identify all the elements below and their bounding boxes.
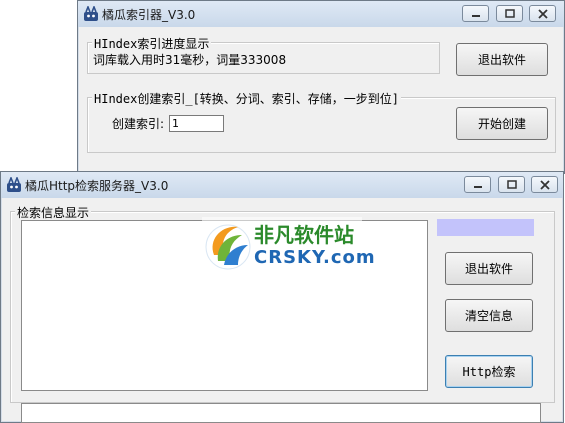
minimize-button[interactable]: [462, 5, 489, 22]
app-logo-icon: [7, 177, 21, 192]
http-search-button[interactable]: Http检索: [445, 355, 533, 388]
create-index-group-legend: HIndex创建索引_[转换、分词、索引、存储，一步到位]: [92, 90, 402, 107]
close-button[interactable]: [529, 5, 556, 22]
search-info-group-legend: 检索信息显示: [15, 204, 92, 221]
brand-swirl-icon: [205, 224, 251, 270]
progress-group: HIndex索引进度显示 词库载入用时31毫秒，词量333008: [87, 35, 440, 74]
app-logo-icon: [84, 6, 98, 21]
exit-button[interactable]: 退出软件: [445, 252, 533, 285]
start-create-button[interactable]: 开始创建: [456, 107, 548, 140]
close-icon: [540, 180, 550, 190]
watermark-url-text: CRSKY.com: [254, 247, 376, 268]
minimize-icon: [472, 15, 480, 17]
create-index-label: 创建索引:: [112, 117, 165, 131]
progress-status-text: 词库载入用时31毫秒，词量333008: [93, 53, 287, 67]
exit-button[interactable]: 退出软件: [456, 43, 548, 76]
create-index-input[interactable]: 1: [169, 115, 224, 132]
window-title: 橘瓜Http检索服务器_V3.0: [25, 179, 169, 193]
progress-group-legend: HIndex索引进度显示: [92, 35, 212, 52]
indexer-window: 橘瓜索引器_V3.0 HIndex索引进度显示 词库载入用时31毫秒，词量333…: [77, 0, 565, 174]
watermark-logo: 非凡软件站 CRSKY.com: [202, 217, 375, 274]
maximize-button[interactable]: [496, 5, 523, 22]
minimize-icon: [474, 186, 482, 188]
clear-info-button[interactable]: 清空信息: [445, 299, 533, 332]
maximize-icon: [507, 180, 517, 189]
server-window: 橘瓜Http检索服务器_V3.0 检索信息显示 退出软件 清空信息 Http检索: [0, 171, 564, 423]
window-title: 橘瓜索引器_V3.0: [102, 8, 196, 22]
bottom-input-field[interactable]: [21, 403, 541, 423]
close-icon: [538, 9, 548, 19]
maximize-button[interactable]: [498, 176, 525, 193]
maximize-icon: [505, 9, 515, 18]
close-button[interactable]: [531, 176, 558, 193]
watermark-brand-text: 非凡软件站: [254, 223, 354, 247]
minimize-button[interactable]: [464, 176, 491, 193]
indexer-titlebar[interactable]: 橘瓜索引器_V3.0: [78, 1, 564, 27]
status-strip: [437, 219, 534, 236]
server-titlebar[interactable]: 橘瓜Http检索服务器_V3.0: [1, 172, 563, 198]
